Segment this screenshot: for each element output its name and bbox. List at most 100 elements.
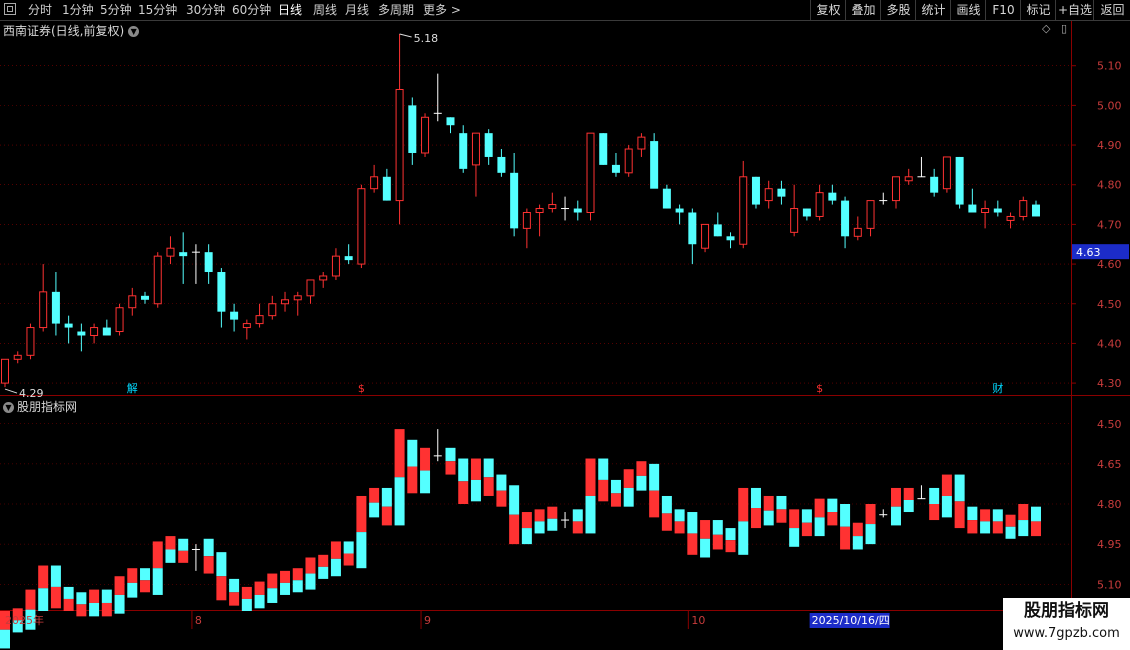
candle-body [586, 132, 595, 213]
tab-6[interactable]: 日线 [278, 1, 302, 19]
indicator-bar-bottom [763, 510, 774, 526]
indicator-bar-bottom [636, 475, 647, 491]
tab-3[interactable]: 15分钟 [138, 1, 177, 19]
indicator-bar-bottom [114, 594, 125, 614]
indicator-bar-bottom [547, 518, 558, 531]
toolbar-btn-8[interactable]: 返回 [1093, 0, 1130, 20]
price-tick-label: 5.00 [1097, 99, 1122, 112]
indicator-bar-bottom [738, 521, 749, 555]
indicator-bar-top [445, 447, 456, 462]
indicator-bar-top [598, 458, 609, 480]
indicator-bar-bottom [509, 514, 520, 545]
indicator-bar-bottom [267, 588, 278, 603]
candle-body [815, 192, 824, 217]
indicator-bar-top [865, 504, 876, 525]
indicator-bar-bottom [305, 573, 316, 590]
indicator-bar-bottom [929, 504, 940, 521]
tab-0[interactable]: 分时 [28, 1, 52, 19]
indicator-bar-top [381, 487, 392, 507]
candle-body [344, 256, 353, 261]
toolbar-btn-1[interactable]: 叠加 [845, 0, 881, 20]
tab-1[interactable]: 1分钟 [62, 1, 94, 19]
indicator-bar-top [496, 474, 507, 491]
indicator-bar-bottom [241, 598, 252, 611]
tab-8[interactable]: 月线 [345, 1, 369, 19]
candle-body [573, 208, 582, 213]
candle-body [968, 204, 977, 213]
indicator-bar-top [318, 554, 329, 567]
indicator-bar-top [725, 528, 736, 541]
tab-5[interactable]: 60分钟 [232, 1, 271, 19]
indicator-bar-top [763, 495, 774, 511]
candle-body [993, 208, 1002, 213]
indicator-bar-top [89, 589, 100, 603]
candle-body [751, 176, 760, 205]
min-pointer [4, 388, 18, 394]
price-tick-label: 5.10 [1097, 60, 1122, 73]
indicator-bar-bottom [356, 532, 367, 569]
indicator-bar-bottom [750, 508, 761, 529]
indicator-bar-bottom [254, 594, 265, 609]
indicator-bar-top [750, 487, 761, 509]
indicator-bar-top [216, 552, 227, 577]
indicator-bar-bottom [458, 481, 469, 504]
indicator-bar-bottom [152, 568, 163, 595]
indicator-bar-top [929, 487, 940, 504]
tab-9[interactable]: 多周期 [378, 1, 414, 19]
candle-body [790, 208, 799, 233]
tab-2[interactable]: 5分钟 [100, 1, 132, 19]
indicator-bar-top [152, 541, 163, 569]
indicator-bar-top [1018, 504, 1029, 521]
candle-body [421, 116, 430, 154]
candle-body [1019, 200, 1028, 217]
kline-chart[interactable]: 5.10 5.00 4.90 4.80 4.70 4.60 4.50 4.40 4.30 5.10… [0, 21, 1130, 650]
menu-icon[interactable] [4, 3, 16, 15]
event-marker[interactable]: $ [816, 382, 823, 395]
indicator-bar-top [840, 504, 851, 527]
indicator-bar-top [712, 520, 723, 535]
date-axis-month: 9 [424, 614, 431, 627]
tab-10[interactable]: 更多 > [423, 1, 461, 19]
indicator-bar-bottom [178, 550, 189, 563]
indicator-bar-top [63, 586, 74, 599]
candle-body [281, 299, 290, 305]
candle-body [777, 188, 786, 197]
tab-7[interactable]: 周线 [313, 1, 337, 19]
indicator-bar-top [509, 485, 520, 515]
indicator-bar-bottom [165, 549, 176, 563]
indicator-bar-top [649, 463, 660, 491]
indicator-bar-bottom [50, 586, 61, 609]
indicator-bar-bottom [814, 517, 825, 537]
candle-body [90, 327, 99, 336]
event-marker[interactable]: 解 [127, 381, 138, 395]
toolbar-btn-4[interactable]: 画线 [950, 0, 986, 20]
event-marker[interactable]: $ [358, 382, 365, 395]
indicator-bar-top [38, 565, 49, 589]
toolbar-btn-3[interactable]: 统计 [915, 0, 951, 20]
indicator-bar-bottom [127, 582, 138, 598]
indicator-bar-bottom [407, 466, 418, 494]
indicator-bar-top [178, 538, 189, 551]
indicator-bar-top [623, 469, 634, 488]
candle-body [153, 255, 162, 305]
indicator-bar-bottom [343, 553, 354, 566]
indicator-bar-top [610, 479, 621, 494]
indicator-bar-top [903, 487, 914, 500]
candle-body [662, 188, 671, 209]
indicator-bar-bottom [483, 477, 494, 496]
toolbar-btn-5[interactable]: F10 [985, 0, 1021, 20]
indicator-bar-bottom [470, 479, 481, 502]
indicator-bar-bottom [140, 580, 151, 593]
toolbar-btn-2[interactable]: 多股 [880, 0, 916, 20]
toolbar-btn-0[interactable]: 复权 [810, 0, 846, 20]
candle-body [930, 176, 939, 193]
toolbar-btn-6[interactable]: 标记 [1020, 0, 1056, 20]
tab-4[interactable]: 30分钟 [186, 1, 225, 19]
event-marker[interactable]: 财 [992, 381, 1003, 395]
indicator-bar-top [241, 586, 252, 599]
indicator-bar-top [967, 506, 978, 521]
candle-body [891, 176, 900, 202]
candle-body [955, 156, 964, 205]
indicator-bar-top [114, 576, 125, 595]
toolbar-btn-7[interactable]: +自选 [1055, 0, 1094, 20]
